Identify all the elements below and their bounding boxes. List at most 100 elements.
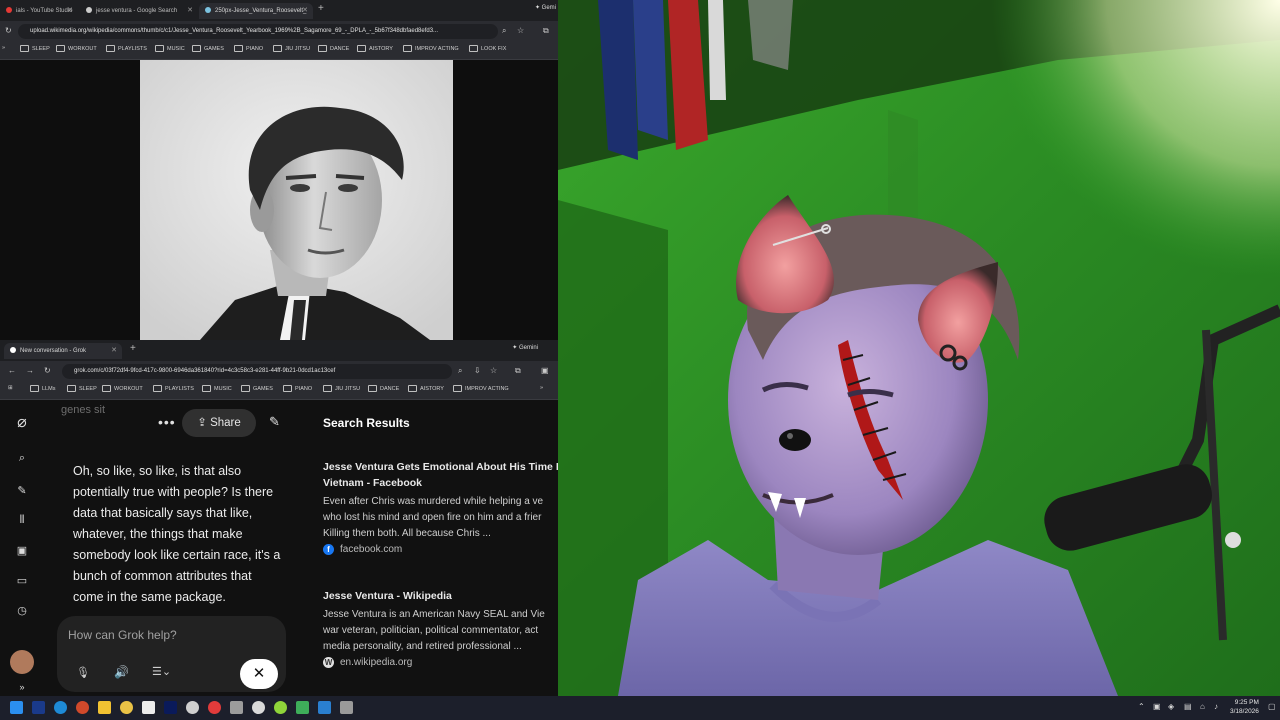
address-bar[interactable]: upload.wikimedia.org/wikipedia/commons/t… xyxy=(18,24,498,39)
voice-icon[interactable]: ⦀ xyxy=(14,514,30,527)
bookmark-playlists[interactable]: PLAYLISTS xyxy=(153,385,194,392)
edge-icon[interactable] xyxy=(54,701,67,714)
firefox-icon[interactable] xyxy=(76,701,89,714)
bookmark-overflow[interactable]: » xyxy=(540,385,543,391)
photoshop-icon[interactable] xyxy=(164,701,177,714)
bookmark-music[interactable]: MUSIC xyxy=(155,45,185,52)
search-icon[interactable]: ⌕ xyxy=(14,452,30,465)
grok-logo-icon[interactable]: ⌀ xyxy=(14,412,30,432)
gemini-button[interactable]: ✦ Gemi xyxy=(535,4,556,11)
store-icon[interactable] xyxy=(318,701,331,714)
new-tab-button[interactable]: + xyxy=(130,343,136,354)
search-icon[interactable]: ⌕ xyxy=(502,26,506,36)
tray-overflow-icon[interactable]: ⌃ xyxy=(1138,702,1145,711)
result-title-line2[interactable]: Vietnam - Facebook xyxy=(323,475,563,491)
bookmark-jiu-jitsu[interactable]: JIU JITSU xyxy=(323,385,360,392)
start-icon[interactable] xyxy=(10,701,23,714)
star-icon[interactable]: ☆ xyxy=(490,366,497,375)
chrome-active-icon[interactable] xyxy=(208,701,221,714)
reload-icon[interactable]: ↻ xyxy=(5,26,12,35)
star-icon[interactable]: ☆ xyxy=(517,26,524,35)
result-title[interactable]: Jesse Ventura Gets Emotional About His T… xyxy=(323,459,565,475)
vscode-icon[interactable] xyxy=(32,701,45,714)
projects-icon[interactable]: ▭ xyxy=(14,574,30,587)
imagine-icon[interactable]: ▣ xyxy=(14,544,30,557)
close-icon[interactable]: ✕ xyxy=(302,3,308,19)
apps-icon[interactable]: ⊞ xyxy=(8,385,13,391)
share-button[interactable]: ⇪ Share xyxy=(182,409,256,437)
tools-icon[interactable]: ☰⌄ xyxy=(152,665,171,678)
extensions-icon[interactable]: ⧉ xyxy=(543,26,549,36)
microphone-icon[interactable]: 🎙 xyxy=(76,666,90,679)
tray-app-icon[interactable]: ◈ xyxy=(1168,702,1174,711)
search-results-heading: Search Results xyxy=(323,416,410,430)
back-icon[interactable]: ← xyxy=(8,366,16,375)
bookmark-sleep[interactable]: SLEEP xyxy=(20,45,50,52)
forward-icon[interactable]: → xyxy=(26,366,34,375)
chrome-icon[interactable] xyxy=(120,701,133,714)
tab-grok[interactable]: New conversation - Grok ✕ xyxy=(4,343,122,359)
bookmarks-bar: » SLEEP WORKOUT PLAYLISTS MUSIC GAMES PI… xyxy=(0,42,558,60)
speaker-icon[interactable]: 🔊 xyxy=(114,665,129,679)
sidepanel-icon[interactable]: ▣ xyxy=(541,366,549,375)
bookmark-workout[interactable]: WORKOUT xyxy=(56,45,97,52)
bookmark-games[interactable]: GAMES xyxy=(192,45,224,52)
result-title[interactable]: Jesse Ventura - Wikipedia xyxy=(323,588,563,604)
close-icon[interactable]: ✕ xyxy=(187,3,193,19)
bookmark-sleep[interactable]: SLEEP xyxy=(67,385,97,392)
obs-icon[interactable] xyxy=(186,701,199,714)
bookmark-jiu-jitsu[interactable]: JIU JITSU xyxy=(273,45,310,52)
clock[interactable]: 9:25 PM 3/18/2026 xyxy=(1230,698,1259,716)
reload-icon[interactable]: ↻ xyxy=(44,366,51,375)
tray-app-icon[interactable]: ▤ xyxy=(1184,702,1192,711)
more-options-button[interactable]: ••• xyxy=(158,414,176,430)
bookmark-piano[interactable]: PIANO xyxy=(234,45,263,52)
extensions-icon[interactable]: ⧉ xyxy=(515,366,521,376)
volume-icon[interactable]: ♪ xyxy=(1214,702,1218,711)
address-bar[interactable]: grok.com/c/03f72df4-9fcd-417c-9800-6946d… xyxy=(62,364,452,379)
bookmark-aistory[interactable]: AISTORY xyxy=(408,385,444,392)
bookmark-improv-acting[interactable]: IMPROV ACTING xyxy=(453,385,509,392)
app-icon[interactable] xyxy=(274,701,287,714)
calculator-icon[interactable] xyxy=(340,701,353,714)
tab-google-search[interactable]: jesse ventura - Google Search ✕ xyxy=(80,3,198,19)
bookmark-look-fix[interactable]: LOOK FIX xyxy=(469,45,506,52)
close-icon[interactable]: ✕ xyxy=(67,3,73,19)
bookmark-improv-acting[interactable]: IMPROV ACTING xyxy=(403,45,459,52)
result-source[interactable]: Wen.wikipedia.org xyxy=(323,657,412,668)
edit-icon[interactable]: ✎ xyxy=(14,484,30,497)
bookmark-workout[interactable]: WORKOUT xyxy=(102,385,143,392)
tab-wikimedia-image[interactable]: 250px-Jesse_Ventura_Roosevelt_ ✕ xyxy=(199,3,313,19)
new-tab-button[interactable]: + xyxy=(318,3,324,14)
notification-icon[interactable]: ▢ xyxy=(1268,702,1276,711)
file-explorer-icon[interactable] xyxy=(98,701,111,714)
grok-icon xyxy=(10,347,16,354)
bookmark-games[interactable]: GAMES xyxy=(241,385,273,392)
gemini-button[interactable]: ✦ Gemini xyxy=(512,344,538,351)
bookmark-playlists[interactable]: PLAYLISTS xyxy=(106,45,147,52)
chat-composer[interactable]: How can Grok help? 🎙 🔊 ☰⌄ ✕ xyxy=(57,616,286,692)
bookmark-music[interactable]: MUSIC xyxy=(202,385,232,392)
bookmark-dance[interactable]: DANCE xyxy=(318,45,349,52)
new-chat-icon[interactable]: ✎ xyxy=(269,414,280,430)
history-icon[interactable]: ◷ xyxy=(14,604,30,617)
chat-icon[interactable] xyxy=(252,701,265,714)
sheet-icon[interactable] xyxy=(296,701,309,714)
bookmark-overflow[interactable]: » xyxy=(2,45,5,51)
zoom-icon[interactable]: ⌕ xyxy=(458,366,462,376)
expand-sidebar-icon[interactable]: » xyxy=(14,682,30,692)
bookmark-dance[interactable]: DANCE xyxy=(368,385,399,392)
close-icon[interactable]: ✕ xyxy=(111,343,117,359)
notepad-icon[interactable] xyxy=(142,701,155,714)
tray-app-icon[interactable]: ▣ xyxy=(1153,702,1161,711)
settings-icon[interactable] xyxy=(230,701,243,714)
bookmark-llms[interactable]: LLMs xyxy=(30,385,55,392)
avatar[interactable] xyxy=(10,650,34,674)
install-icon[interactable]: ⇩ xyxy=(474,366,481,375)
network-icon[interactable]: ⌂ xyxy=(1200,702,1205,711)
tab-youtube-studio[interactable]: ials - YouTube Studio ✕ xyxy=(0,3,78,19)
close-button[interactable]: ✕ xyxy=(240,659,278,689)
bookmark-aistory[interactable]: AISTORY xyxy=(357,45,393,52)
result-source[interactable]: f facebook.com xyxy=(323,544,402,555)
bookmark-piano[interactable]: PIANO xyxy=(283,385,312,392)
